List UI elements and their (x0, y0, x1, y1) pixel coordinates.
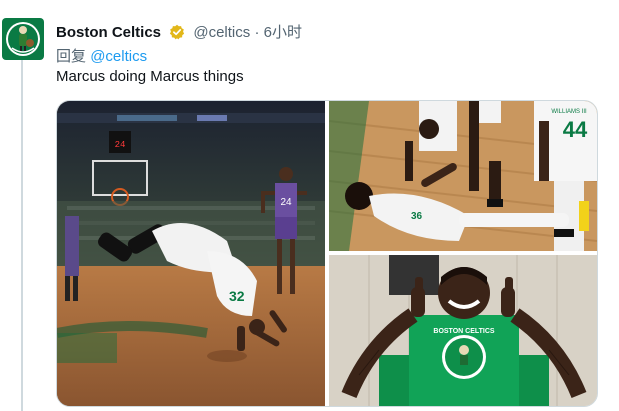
smart-jersey-number: 32 (229, 288, 245, 304)
shirt-logo-text: BOSTON CELTICS (433, 328, 495, 335)
photo-icon: BOSTON CELTICS (329, 255, 597, 406)
tweet-text: Marcus doing Marcus things (56, 68, 244, 85)
photo-icon: 44 WILLIAMS III 36 (329, 101, 597, 251)
reply-mention-link[interactable]: @celtics (90, 48, 147, 65)
verified-badge-icon (169, 24, 185, 40)
teammate-jersey-number: 44 (563, 117, 588, 142)
author-handle[interactable]: @celtics (193, 24, 250, 41)
tweet-timestamp[interactable]: 6小时 (264, 24, 302, 41)
media-photo-3[interactable]: BOSTON CELTICS (329, 255, 597, 406)
tweet-header: Boston Celtics @celtics · 6小时 (56, 21, 302, 42)
shot-clock-label: 24 (115, 140, 126, 150)
smart-jersey-number-2: 36 (411, 211, 423, 222)
photo-icon: 24 24 32 (57, 101, 325, 406)
kings-jersey-number: 24 (280, 197, 292, 208)
celtics-logo-icon (6, 22, 40, 56)
separator-dot: · (254, 24, 260, 41)
media-photo-1[interactable]: 24 24 32 (57, 101, 325, 406)
author-name[interactable]: Boston Celtics (56, 24, 161, 41)
thread-line (21, 58, 23, 411)
reply-prefix: 回复 (56, 48, 87, 65)
reply-context: 回复 @celtics (56, 45, 147, 66)
media-photo-2[interactable]: 44 WILLIAMS III 36 (329, 101, 597, 251)
media-grid: 24 24 32 44 WILLIAMS III 36 BOSTON CELTI… (56, 100, 598, 407)
teammate-jersey-name: WILLIAMS III (551, 109, 587, 115)
avatar[interactable] (2, 18, 44, 60)
